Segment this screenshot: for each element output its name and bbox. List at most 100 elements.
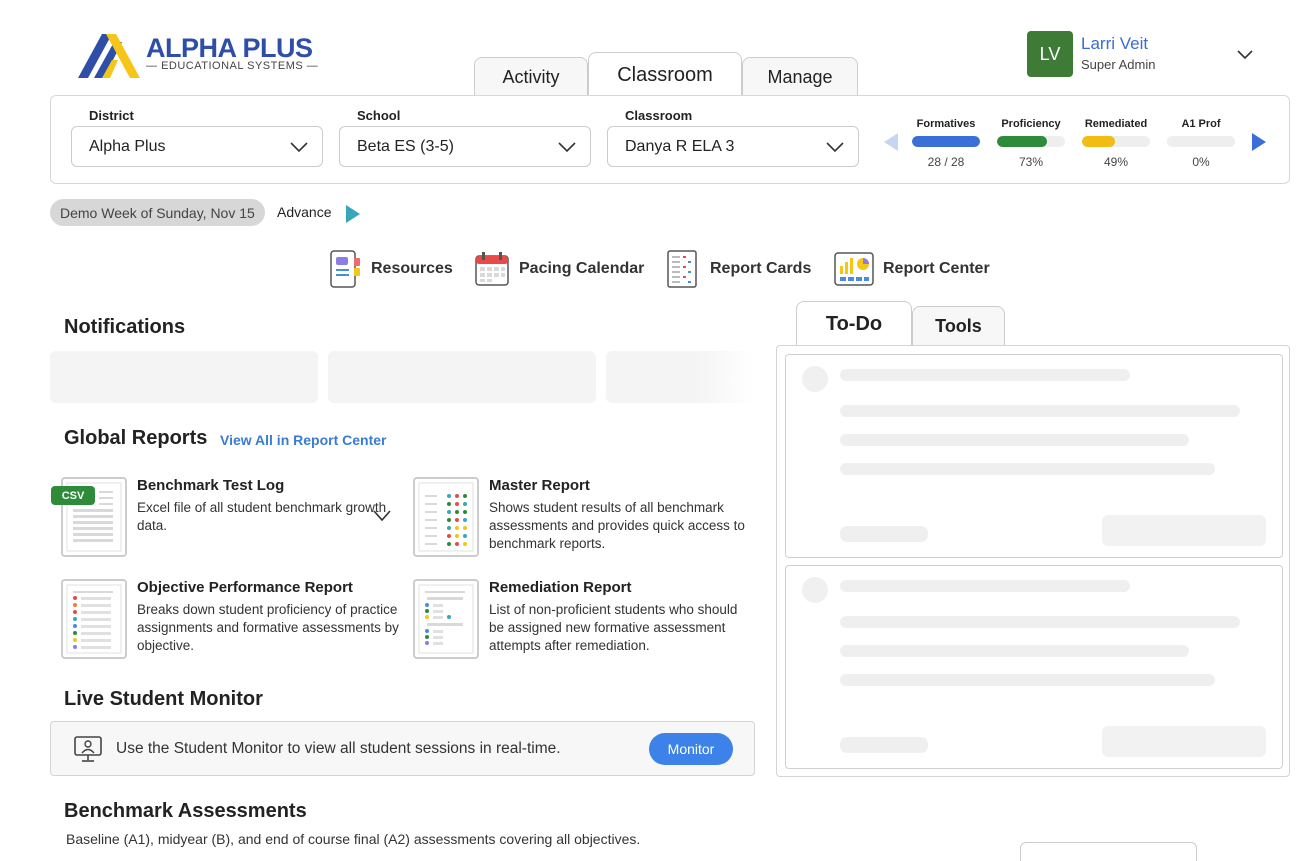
chevron-down-icon: [826, 142, 844, 153]
chevron-down-icon[interactable]: [1236, 45, 1254, 63]
skeleton-button: [1102, 515, 1266, 546]
quick-link-resources[interactable]: Resources: [330, 250, 453, 288]
skeleton-line: [840, 463, 1215, 475]
report-objective-performance[interactable]: Objective Performance Report Breaks down…: [61, 579, 401, 661]
benchmark-assessments-title: Benchmark Assessments: [64, 800, 307, 822]
report-title: Remediation Report: [489, 579, 632, 596]
skeleton-line: [840, 674, 1215, 686]
notification-placeholder: [606, 351, 754, 403]
tab-manage[interactable]: Manage: [742, 57, 858, 97]
report-remediation[interactable]: Remediation Report List of non-proficien…: [413, 579, 753, 661]
progress-fill: [997, 136, 1047, 147]
to-do-card-placeholder: [785, 565, 1283, 769]
report-description: Breaks down student proficiency of pract…: [137, 602, 399, 653]
avatar-placeholder: [802, 577, 828, 603]
stat-label: Proficiency: [1001, 118, 1061, 130]
report-title: Benchmark Test Log: [137, 477, 285, 494]
skeleton-button: [1102, 726, 1266, 757]
logo-subtitle: — EDUCATIONAL SYSTEMS —: [146, 60, 319, 72]
notification-placeholder: [328, 351, 596, 403]
chevron-down-icon: [558, 142, 576, 153]
stat-label: Formatives: [916, 118, 976, 130]
school-value: Beta ES (3-5): [357, 137, 454, 155]
chevron-down-icon[interactable]: [372, 508, 392, 524]
quick-link-label: Resources: [371, 260, 453, 277]
progress-bar: [1167, 136, 1235, 147]
stat-value: 49%: [1103, 155, 1129, 169]
quick-link-report-center[interactable]: Report Center: [834, 250, 990, 288]
logo-mark-icon: [78, 34, 140, 78]
calendar-icon: [475, 252, 509, 286]
report-doc-icon: [413, 579, 479, 659]
report-description: Excel file of all student benchmark grow…: [137, 500, 387, 533]
skeleton-line: [840, 526, 928, 542]
csv-badge: CSV: [51, 486, 95, 505]
benchmark-select[interactable]: [1020, 842, 1197, 861]
skeleton-line: [840, 434, 1189, 446]
tab-to-do[interactable]: To-Do: [796, 301, 912, 346]
quick-link-label: Report Center: [883, 260, 990, 277]
progress-bar: [1082, 136, 1150, 147]
tab-activity[interactable]: Activity: [474, 57, 588, 97]
stat-value: 73%: [1018, 155, 1044, 169]
skeleton-line: [840, 405, 1240, 417]
tab-classroom[interactable]: Classroom: [588, 52, 742, 97]
progress-bar: [912, 136, 980, 147]
stat-a1-prof: A1 Prof 0%: [1167, 118, 1235, 169]
to-do-panel: [776, 345, 1290, 777]
student-monitor-text: Use the Student Monitor to view all stud…: [116, 740, 561, 757]
filter-panel: District Alpha Plus School Beta ES (3-5)…: [50, 95, 1290, 184]
monitor-button[interactable]: Monitor: [649, 733, 733, 765]
report-doc-icon: [413, 477, 479, 557]
notifications-title: Notifications: [64, 316, 186, 338]
district-select[interactable]: Alpha Plus: [71, 126, 323, 167]
quick-link-label: Report Cards: [710, 260, 812, 277]
stat-formatives: Formatives 28 / 28: [912, 118, 980, 169]
advance-label: Advance: [277, 204, 332, 220]
user-role: Super Admin: [1081, 57, 1156, 72]
school-label: School: [357, 108, 401, 123]
report-doc-icon: [61, 579, 127, 659]
stat-value: 0%: [1192, 155, 1210, 169]
demo-week-pill: Demo Week of Sunday, Nov 15: [50, 199, 265, 226]
arrow-right-icon[interactable]: [1251, 132, 1267, 152]
skeleton-line: [840, 737, 928, 753]
district-label: District: [89, 108, 134, 123]
report-center-icon: [834, 252, 874, 286]
live-student-monitor-title: Live Student Monitor: [64, 688, 263, 710]
school-select[interactable]: Beta ES (3-5): [339, 126, 591, 167]
play-icon[interactable]: [345, 204, 361, 224]
district-value: Alpha Plus: [89, 137, 166, 155]
stat-value: 28 / 28: [927, 155, 965, 169]
student-monitor-icon: [74, 736, 102, 762]
report-title: Objective Performance Report: [137, 579, 353, 596]
stat-remediated: Remediated 49%: [1082, 118, 1150, 169]
global-reports-title: Global Reports: [64, 427, 208, 449]
report-description: Shows student results of all benchmark a…: [489, 500, 745, 551]
skeleton-line: [840, 645, 1189, 657]
chevron-down-icon: [290, 142, 308, 153]
user-name[interactable]: Larri Veit: [1081, 34, 1148, 54]
stat-proficiency: Proficiency 73%: [997, 118, 1065, 169]
notification-placeholder: [50, 351, 318, 403]
report-card-icon: [667, 250, 697, 288]
view-all-report-center-link[interactable]: View All in Report Center: [220, 432, 386, 448]
report-description: List of non-proficient students who shou…: [489, 602, 738, 653]
quick-link-report-cards[interactable]: Report Cards: [667, 250, 811, 288]
to-do-card-placeholder: [785, 354, 1283, 558]
quick-link-pacing-calendar[interactable]: Pacing Calendar: [474, 250, 644, 288]
report-master-report[interactable]: Master Report Shows student results of a…: [413, 477, 753, 559]
progress-bar: [997, 136, 1065, 147]
arrow-left-icon[interactable]: [883, 132, 899, 152]
progress-fill: [1082, 136, 1116, 147]
avatar[interactable]: LV: [1027, 31, 1073, 77]
alpha-plus-logo[interactable]: ALPHA PLUS — EDUCATIONAL SYSTEMS —: [76, 30, 336, 80]
report-benchmark-test-log[interactable]: Benchmark Test Log Excel file of all stu…: [61, 477, 401, 559]
stat-label: Remediated: [1084, 118, 1148, 130]
progress-fill: [912, 136, 980, 147]
report-title: Master Report: [489, 477, 590, 494]
student-monitor-bar: Use the Student Monitor to view all stud…: [50, 721, 755, 776]
classroom-select[interactable]: Danya R ELA 3: [607, 126, 859, 167]
tab-tools[interactable]: Tools: [912, 306, 1005, 346]
classroom-label: Classroom: [625, 108, 693, 123]
